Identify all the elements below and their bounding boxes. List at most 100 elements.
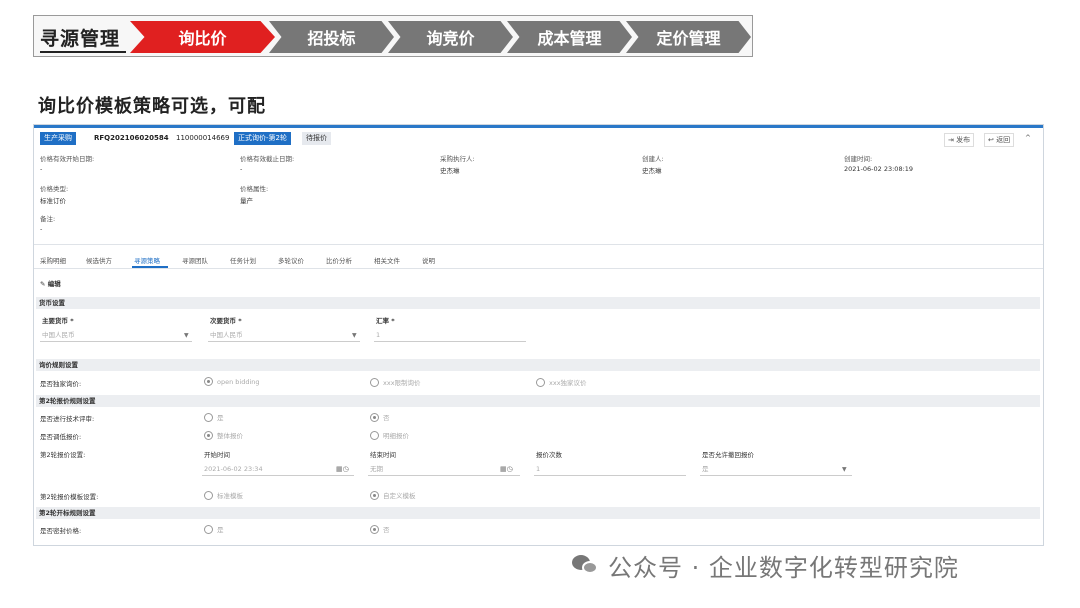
- quote-count-input[interactable]: 1: [534, 462, 686, 476]
- secondary-currency-select[interactable]: 中国人民币: [208, 328, 360, 342]
- end-time-input[interactable]: 无期: [368, 462, 520, 476]
- step-inquiry-compare[interactable]: 询比价: [130, 21, 275, 53]
- edit-label: 编辑: [47, 280, 61, 288]
- publish-icon: ⇥: [948, 136, 957, 144]
- process-nav-underline: [40, 51, 126, 53]
- back-icon: ↩: [988, 136, 997, 144]
- step-auction[interactable]: 询竞价: [388, 21, 513, 53]
- radio-detail-quote[interactable]: 明细报价: [370, 430, 409, 440]
- price-type-label: 价格类型:: [40, 185, 69, 193]
- radio-tech-review-no-label: 否: [383, 414, 390, 422]
- radio-sealed-yes[interactable]: 是: [204, 524, 224, 534]
- radio-selected-icon: [370, 412, 379, 422]
- tab-candidate-suppliers[interactable]: 候选供方: [86, 255, 112, 265]
- back-label: 返回: [996, 136, 1011, 144]
- sealed-price-label: 是否密封价格:: [40, 527, 82, 535]
- radio-limited-inquiry[interactable]: xxx限制询价: [370, 377, 421, 387]
- rfq-app-window: 生产采购 RFQ202106020584 110000014669 正式询价-第…: [33, 124, 1044, 546]
- edit-button[interactable]: ✎ 编辑: [40, 278, 61, 288]
- exchange-rate-input[interactable]: 1: [374, 328, 526, 342]
- chevron-down-icon: ▼: [842, 466, 847, 473]
- publish-button[interactable]: ⇥ 发布: [944, 133, 975, 147]
- tab-task-plan[interactable]: 任务计划: [230, 255, 256, 265]
- step-pricing-management[interactable]: 定价管理: [626, 21, 751, 53]
- radio-tech-review-no[interactable]: 否: [370, 412, 390, 422]
- radio-selected-icon: [204, 377, 213, 386]
- watermark: 公众号 · 企业数字化转型研究院: [572, 548, 959, 583]
- price-type-value: 标准订价: [40, 197, 66, 205]
- process-nav: 寻源管理 询比价 招投标 询竞价 成本管理 定价管理: [33, 15, 753, 57]
- section-inquiry-rules: 询价规则设置: [36, 359, 1040, 371]
- chevron-down-icon: ▼: [352, 332, 357, 339]
- radio-custom-template-label: 自定义模板: [383, 492, 416, 500]
- quote-count-label: 报价次数: [536, 451, 562, 459]
- tab-description[interactable]: 说明: [422, 255, 435, 265]
- secondary-currency-label: 次要货币 *: [210, 317, 242, 325]
- section-round2-quote-rules: 第2轮报价规则设置: [36, 395, 1040, 407]
- tab-multi-round-bargain[interactable]: 多轮议价: [278, 255, 304, 265]
- chevron-down-icon: ▼: [184, 332, 189, 339]
- radio-sealed-yes-label: 是: [217, 526, 224, 534]
- rfq-number: RFQ202106020584: [94, 134, 169, 142]
- process-nav-title: 寻源管理: [40, 28, 121, 50]
- radio-sealed-no[interactable]: 否: [370, 524, 390, 534]
- radio-limited-inquiry-label: xxx限制询价: [383, 379, 421, 387]
- quote-setting-label: 第2轮报价设置:: [40, 451, 86, 459]
- status-badge: 正式询价-第2轮: [234, 132, 291, 145]
- calendar-clock-icon[interactable]: ▦◷: [336, 465, 349, 473]
- radio-empty-icon: [370, 430, 379, 440]
- remark-value: -: [40, 225, 43, 233]
- tab-sourcing-team[interactable]: 寻源团队: [182, 255, 208, 265]
- publish-label: 发布: [956, 136, 971, 144]
- tab-related-files[interactable]: 相关文件: [374, 255, 400, 265]
- radio-overall-quote-label: 整体报价: [217, 432, 243, 440]
- calendar-clock-icon[interactable]: ▦◷: [500, 465, 513, 473]
- watermark-text: 公众号 · 企业数字化转型研究院: [608, 554, 959, 582]
- executor-value: 史杰琳: [440, 167, 460, 175]
- radio-standard-template-label: 标准模板: [217, 492, 243, 500]
- document-number: 110000014669: [176, 134, 230, 142]
- quote-template-label: 第2轮报价模板设置:: [40, 493, 99, 501]
- price-end-label: 价格有效截止日期:: [240, 155, 295, 163]
- collapse-button[interactable]: ^: [1022, 133, 1034, 143]
- radio-sealed-no-label: 否: [383, 526, 390, 534]
- radio-custom-template[interactable]: 自定义模板: [370, 490, 416, 500]
- radio-selected-icon: [370, 524, 379, 534]
- radio-exclusive-bargain[interactable]: xxx独家议价: [536, 377, 587, 387]
- end-time-label: 结束时间: [370, 451, 396, 459]
- radio-detail-quote-label: 明细报价: [383, 432, 409, 440]
- step-tender[interactable]: 招投标: [269, 21, 394, 53]
- main-currency-select[interactable]: 中国人民币: [40, 328, 192, 342]
- radio-tech-review-yes[interactable]: 是: [204, 412, 224, 422]
- price-start-value: -: [40, 165, 43, 173]
- section-currency: 货币设置: [36, 297, 1040, 309]
- exclusive-inquiry-label: 是否独家询价:: [40, 380, 82, 388]
- start-time-label: 开始时间: [204, 451, 230, 459]
- radio-standard-template[interactable]: 标准模板: [204, 490, 243, 500]
- radio-empty-icon: [536, 377, 545, 387]
- created-value: 2021-06-02 23:08:19: [844, 165, 914, 173]
- type-badge: 生产采购: [40, 132, 76, 145]
- price-attr-label: 价格属性:: [240, 185, 269, 193]
- radio-overall-quote[interactable]: 整体报价: [204, 430, 243, 440]
- creator-value: 史杰琳: [642, 167, 662, 175]
- pending-badge: 待报价: [302, 132, 331, 145]
- tech-review-label: 是否进行技术评审:: [40, 415, 95, 423]
- radio-empty-icon: [370, 377, 379, 387]
- wechat-icon: [572, 553, 602, 579]
- radio-empty-icon: [204, 524, 213, 534]
- executor-label: 采购执行人:: [440, 155, 475, 163]
- radio-empty-icon: [204, 412, 213, 422]
- start-time-input[interactable]: 2021-06-02 23:34: [202, 462, 354, 476]
- step-cost-management[interactable]: 成本管理: [507, 21, 632, 53]
- radio-exclusive-bargain-label: xxx独家议价: [549, 379, 587, 387]
- quote-method-label: 是否调低报价:: [40, 433, 82, 441]
- tab-price-comparison[interactable]: 比价分析: [326, 255, 352, 265]
- creator-label: 创建人:: [642, 155, 664, 163]
- tab-purchase-details[interactable]: 采购明细: [40, 255, 66, 265]
- tab-sourcing-strategy[interactable]: 寻源策略: [134, 255, 160, 265]
- allow-withdraw-select[interactable]: 是: [700, 462, 852, 476]
- tab-divider: [34, 268, 1043, 269]
- back-button[interactable]: ↩ 返回: [984, 133, 1015, 147]
- radio-open-bidding[interactable]: open bidding: [204, 377, 260, 386]
